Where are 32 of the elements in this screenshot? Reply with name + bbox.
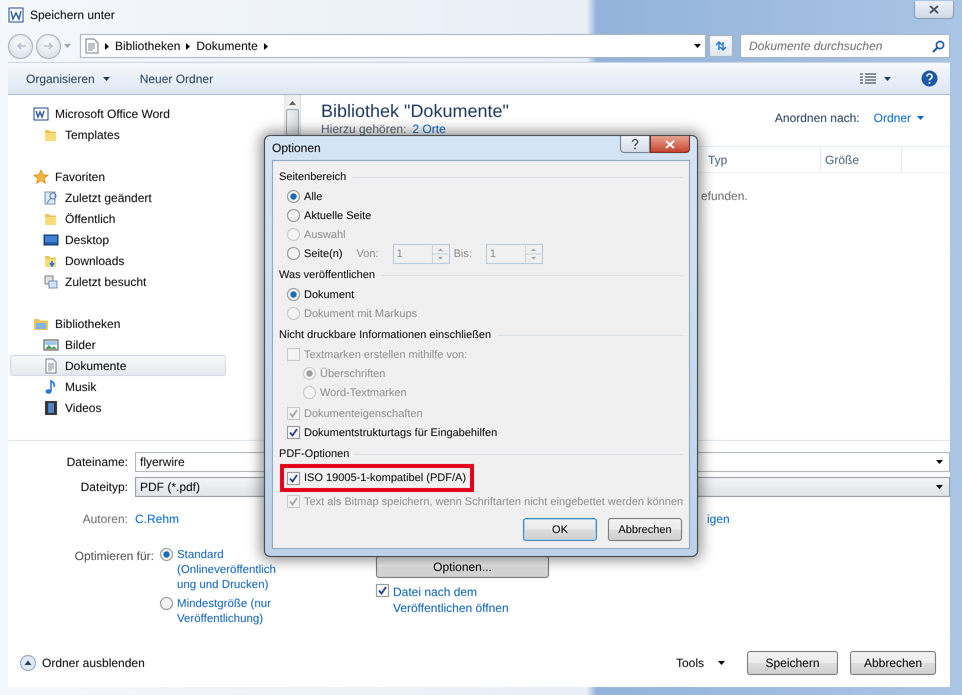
- option-label: Seite(n): [304, 248, 343, 260]
- option-label: Text als Bitmap speichern, wenn Schriftarten nicht eingebettet werden können: [304, 496, 684, 508]
- option-label: Mindestgröße (nur Veröffentlichung): [177, 597, 272, 627]
- section-heading: PDF-Optionen: [279, 448, 350, 460]
- range-label: Von:: [356, 248, 379, 260]
- section-heading: Nicht druckbare Informationen einschließen: [279, 329, 492, 341]
- section-heading: Seitenbereich: [279, 171, 346, 183]
- option-label: Dokumentstrukturtags für Eingabehilfen: [304, 426, 498, 438]
- arrange-label: Anordnen nach:: [774, 111, 860, 125]
- option-label: Word-Textmarken: [320, 386, 407, 398]
- option-label: Standard (Onlineveröffentlichung und Drucken): [177, 548, 277, 593]
- option-label: ISO 19005-1-kompatibel (PDF/A): [304, 472, 466, 484]
- library-subtitle: Hierzu gehören:: [321, 122, 406, 136]
- option-label: Überschriften: [320, 368, 386, 380]
- option-label: Dokument mit Markups: [304, 308, 418, 320]
- section-heading: Was veröffentlichen: [279, 269, 375, 281]
- option-label: Dokumenteigenschaften: [304, 408, 423, 420]
- empty-message: efunden.: [701, 189, 749, 203]
- option-label: Alle: [304, 190, 322, 202]
- window-title: Speichern unter: [30, 8, 115, 22]
- option-label: Textmarken erstellen mithilfe von:: [304, 348, 468, 360]
- range-label: Bis:: [454, 248, 472, 260]
- dialog-title: Optionen: [272, 141, 321, 155]
- option-label: Dokument: [304, 288, 354, 300]
- option-label: Aktuelle Seite: [304, 210, 372, 222]
- library-title: Bibliothek "Dokumente": [321, 101, 509, 122]
- option-label: Auswahl: [304, 228, 346, 240]
- checkbox-label: Datei nach dem Veröffentlichen öffnen: [393, 584, 510, 616]
- filename-label: Dateiname:: [66, 455, 128, 469]
- filetype-label: Dateityp:: [80, 480, 128, 494]
- optimize-label: Optimieren für:: [74, 548, 154, 565]
- authors-label: Autoren:: [82, 512, 128, 526]
